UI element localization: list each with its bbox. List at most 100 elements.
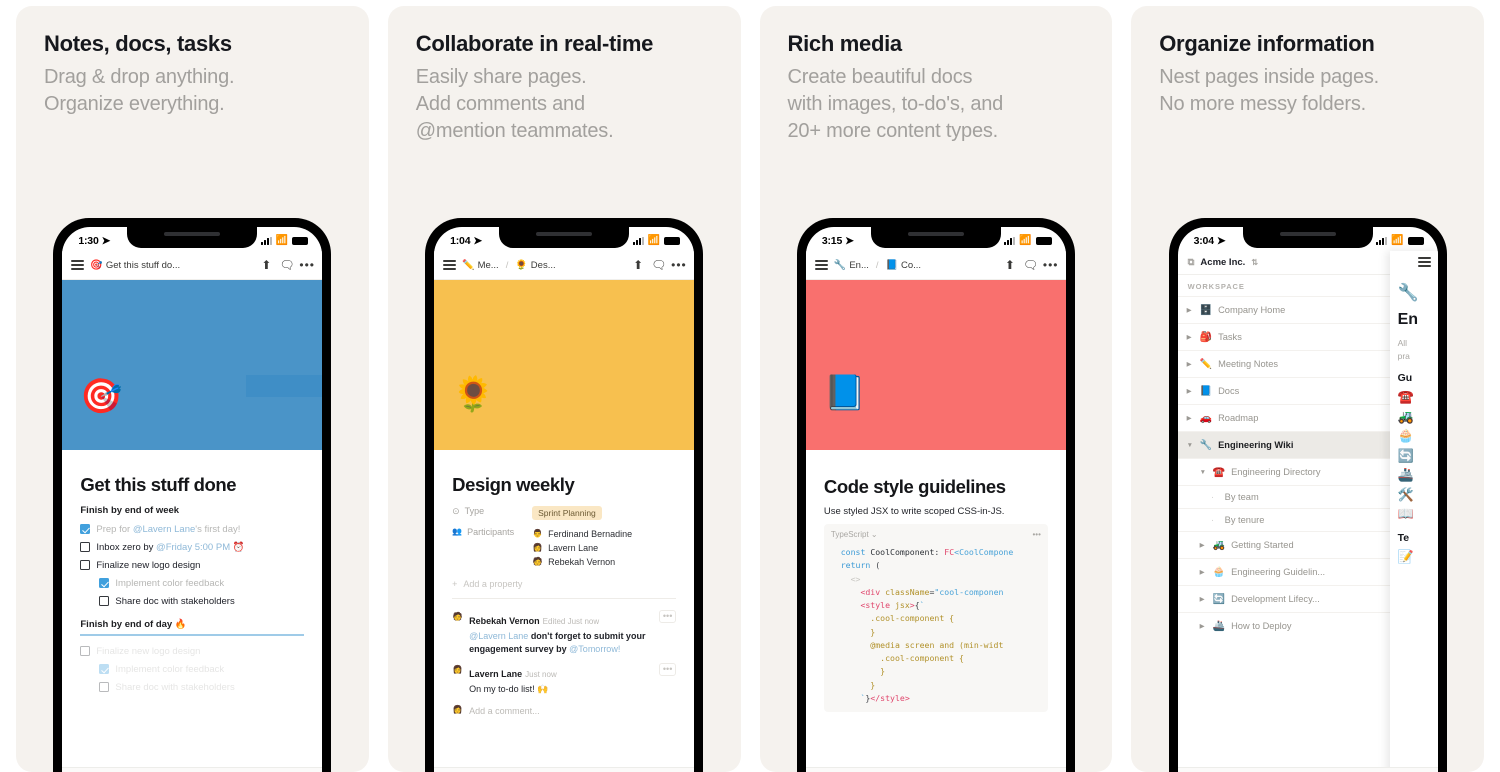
expand-toggle-icon[interactable]: ▶ bbox=[1187, 414, 1194, 422]
comment-more-icon[interactable]: ••• bbox=[659, 663, 677, 677]
checkbox[interactable] bbox=[99, 596, 110, 606]
signal-icon bbox=[260, 236, 272, 245]
ellipsis-icon[interactable]: ••• bbox=[671, 258, 686, 272]
expand-toggle-icon[interactable]: ▶ bbox=[1187, 360, 1194, 368]
breadcrumb[interactable]: 🎯 Get this stuff do... bbox=[90, 260, 180, 271]
page-emoji-icon: 🚗 bbox=[1199, 412, 1213, 424]
property-row[interactable]: ⊙ Type Sprint Planning bbox=[452, 502, 676, 523]
comment-input-placeholder[interactable]: Add a comment... bbox=[469, 705, 540, 718]
todo-item[interactable]: Prep for @Lavern Lane's first day! bbox=[80, 520, 304, 538]
breadcrumb-parent[interactable]: ✏️ Me... bbox=[462, 260, 499, 271]
todo-item[interactable]: Implement color feedback bbox=[80, 574, 304, 592]
share-icon[interactable]: ⬆ bbox=[631, 258, 645, 272]
page-emoji-icon: 🚜 bbox=[1212, 539, 1226, 551]
checkbox[interactable] bbox=[80, 560, 91, 570]
share-icon[interactable]: ⬆ bbox=[1003, 258, 1017, 272]
page-emoji-icon[interactable]: 🔄 bbox=[1398, 448, 1438, 464]
ellipsis-icon[interactable]: ••• bbox=[1032, 529, 1040, 542]
page-title: Rich media bbox=[787, 31, 903, 56]
todo-item[interactable]: Inbox zero by @Friday 5:00 PM ⏰ bbox=[80, 538, 304, 556]
expand-toggle-icon[interactable]: ▶ bbox=[1187, 333, 1194, 341]
mention-date[interactable]: @Tomorrow! bbox=[569, 644, 620, 654]
page-body: Finish by end of week Prep for @Lavern L… bbox=[62, 505, 322, 696]
status-time: 1:30 bbox=[78, 234, 99, 247]
avatar: 👨 bbox=[532, 529, 543, 538]
hamburger-menu-icon[interactable] bbox=[443, 260, 457, 270]
expand-toggle-icon[interactable]: ▶ bbox=[1200, 622, 1207, 630]
hamburger-menu-icon[interactable] bbox=[1417, 257, 1431, 267]
mention[interactable]: @Lavern Lane bbox=[133, 524, 195, 535]
location-arrow-icon: ➤ bbox=[101, 234, 111, 247]
comment-text: On my to-do list! 🙌 bbox=[469, 684, 549, 695]
code-language-selector[interactable]: TypeScript ⌄ bbox=[831, 529, 878, 542]
property-pill-value[interactable]: Sprint Planning bbox=[532, 505, 602, 520]
page-link-list: ☎️ 🚜 🧁 🔄 🚢 🛠️ 📖 bbox=[1398, 389, 1438, 522]
ellipsis-icon[interactable]: ••• bbox=[1043, 258, 1058, 272]
expand-toggle-icon[interactable]: ▶ bbox=[1187, 306, 1194, 314]
comment-more-icon[interactable]: ••• bbox=[659, 610, 677, 623]
section-heading: Finish by end of week bbox=[80, 505, 180, 516]
page-emoji-icon[interactable]: 🛠️ bbox=[1398, 487, 1438, 503]
checkbox-checked[interactable] bbox=[99, 578, 110, 588]
avatar: 👩 bbox=[452, 665, 463, 675]
phone-notch bbox=[870, 227, 1001, 248]
page-emoji-icon[interactable]: 📖 bbox=[1398, 506, 1438, 522]
todo-item[interactable]: Share doc with stakeholders bbox=[80, 592, 304, 610]
property-people-icon: 👥 bbox=[452, 527, 463, 536]
phone-mockup: 3:04 ➤ 📶 ⧉ Acme Inc. ⇅ WORKSPACE ▶ 🗄️ Co… bbox=[1168, 218, 1447, 772]
share-icon[interactable]: ⬆ bbox=[259, 258, 273, 272]
comment-input-row[interactable]: 👩 Add a comment... bbox=[452, 700, 676, 722]
page-emoji: 🎯 bbox=[80, 377, 123, 416]
comment-icon[interactable]: 🗨 bbox=[1023, 258, 1038, 272]
property-row[interactable]: 👥 Participants 👨 Ferdinand Bernadine 👩 Lave… bbox=[452, 523, 676, 572]
phone-screen: 3:04 ➤ 📶 ⧉ Acme Inc. ⇅ WORKSPACE ▶ 🗄️ Co… bbox=[1177, 227, 1438, 772]
page-emoji-icon[interactable]: 🚜 bbox=[1398, 409, 1438, 425]
card-header: Notes, docs, tasks Drag & drop anything.… bbox=[16, 6, 369, 118]
todo-text: Implement color feedback bbox=[115, 577, 225, 589]
breadcrumb-label: En... bbox=[849, 259, 869, 271]
card-header: Rich media Create beautiful docs with im… bbox=[760, 6, 1113, 145]
page-emoji-icon[interactable]: 🧁 bbox=[1398, 428, 1438, 444]
page-emoji-icon: ☎️ bbox=[1212, 466, 1226, 478]
expand-toggle-icon[interactable]: ▶ bbox=[1200, 568, 1207, 576]
page-emoji-icon[interactable]: ☎️ bbox=[1398, 389, 1438, 405]
code-block[interactable]: TypeScript ⌄ ••• const CoolComponent: FC… bbox=[823, 524, 1048, 713]
breadcrumb-current[interactable]: 🌻 Des... bbox=[515, 260, 555, 271]
hamburger-menu-icon[interactable] bbox=[71, 260, 85, 270]
hamburger-menu-icon[interactable] bbox=[814, 260, 828, 270]
screenshot-gallery: Notes, docs, tasks Drag & drop anything.… bbox=[0, 0, 1500, 772]
wifi-icon: 📶 bbox=[647, 235, 661, 246]
paragraph: Use styled JSX to write scoped CSS-in-JS… bbox=[823, 506, 1005, 517]
add-property-button[interactable]: + Add a property bbox=[452, 572, 676, 596]
page-peek-panel[interactable]: 🔧 En All pra Gu ☎️ 🚜 🧁 🔄 🚢 🛠️ 📖 Te 📝 bbox=[1389, 251, 1438, 772]
page-emoji-icon: 📘 bbox=[1199, 385, 1213, 397]
chevron-down-icon[interactable]: ⌄ bbox=[871, 530, 878, 539]
page-emoji-icon[interactable]: 📝 bbox=[1398, 549, 1438, 565]
expand-toggle-icon[interactable]: ▶ bbox=[1200, 595, 1207, 603]
phone-mockup: 1:30 ➤ 📶 🎯 Get this stuff do... ⬆ 🗨 ••• … bbox=[53, 218, 332, 772]
breadcrumb-label: Des... bbox=[530, 259, 556, 271]
expand-toggle-icon[interactable]: ▶ bbox=[1187, 387, 1194, 395]
expand-toggle-icon[interactable]: ▶ bbox=[1200, 541, 1207, 549]
subheading: Te bbox=[1397, 532, 1410, 545]
todo-item[interactable]: Finalize new logo design bbox=[80, 556, 304, 574]
ellipsis-icon[interactable]: ••• bbox=[299, 258, 314, 272]
page-navbar: 🔧 En... / 📘 Co... ⬆ 🗨 ••• bbox=[805, 251, 1066, 280]
checkbox[interactable] bbox=[80, 542, 91, 552]
bottom-tab-bar bbox=[62, 767, 323, 772]
comment-icon[interactable]: 🗨 bbox=[651, 258, 666, 272]
expand-toggle-icon[interactable]: ▼ bbox=[1187, 442, 1194, 449]
page-emoji-icon: 🎒 bbox=[1199, 331, 1213, 343]
breadcrumb-current[interactable]: 📘 Co... bbox=[886, 260, 922, 271]
page-heading: En bbox=[1397, 310, 1419, 328]
breadcrumb-label: Co... bbox=[900, 259, 922, 271]
breadcrumb-parent[interactable]: 🔧 En... bbox=[834, 260, 869, 271]
comment-icon[interactable]: 🗨 bbox=[279, 258, 294, 272]
phone-screen: 3:15 ➤ 📶 🔧 En... / 📘 Co... ⬆ 🗨 ••• 📘 Cod… bbox=[805, 227, 1066, 772]
mention[interactable]: @Lavern Lane bbox=[469, 631, 528, 641]
checkbox-checked[interactable] bbox=[80, 524, 91, 534]
expand-toggle-icon[interactable]: ▼ bbox=[1200, 469, 1207, 476]
chevron-updown-icon[interactable]: ⇅ bbox=[1251, 258, 1258, 267]
mention-date[interactable]: @Friday 5:00 PM bbox=[156, 542, 230, 553]
page-emoji-icon[interactable]: 🚢 bbox=[1398, 467, 1438, 483]
